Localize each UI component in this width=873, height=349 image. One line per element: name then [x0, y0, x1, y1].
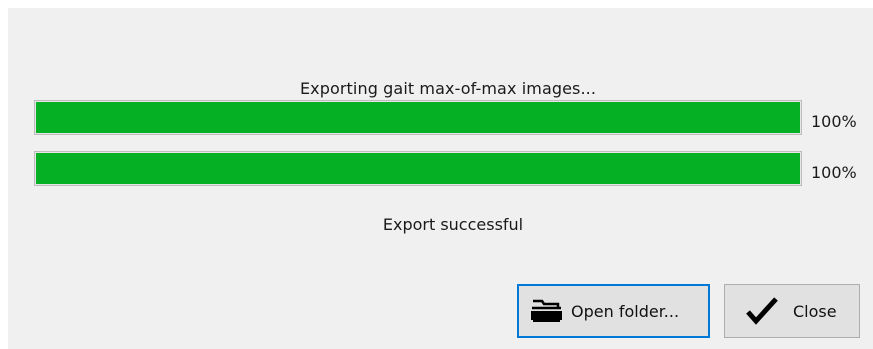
open-folder-button[interactable]: Open folder...	[517, 284, 710, 338]
progress-percent-2: 100%	[811, 163, 857, 182]
close-label: Close	[793, 301, 837, 321]
progress-fill-1	[36, 102, 800, 133]
progress-bar-1	[34, 100, 802, 135]
checkmark-icon	[745, 295, 779, 327]
progress-fill-2	[36, 153, 800, 184]
progress-bar-2	[34, 151, 802, 186]
folder-tray-icon	[529, 298, 565, 324]
close-button[interactable]: Close	[724, 284, 860, 338]
export-message: Exporting gait max-of-max images...	[299, 79, 597, 98]
progress-percent-1: 100%	[811, 112, 857, 131]
export-dialog: Exporting gait max-of-max images... 100%…	[8, 8, 873, 349]
export-status: Export successful	[382, 215, 524, 234]
open-folder-label: Open folder...	[571, 301, 680, 321]
